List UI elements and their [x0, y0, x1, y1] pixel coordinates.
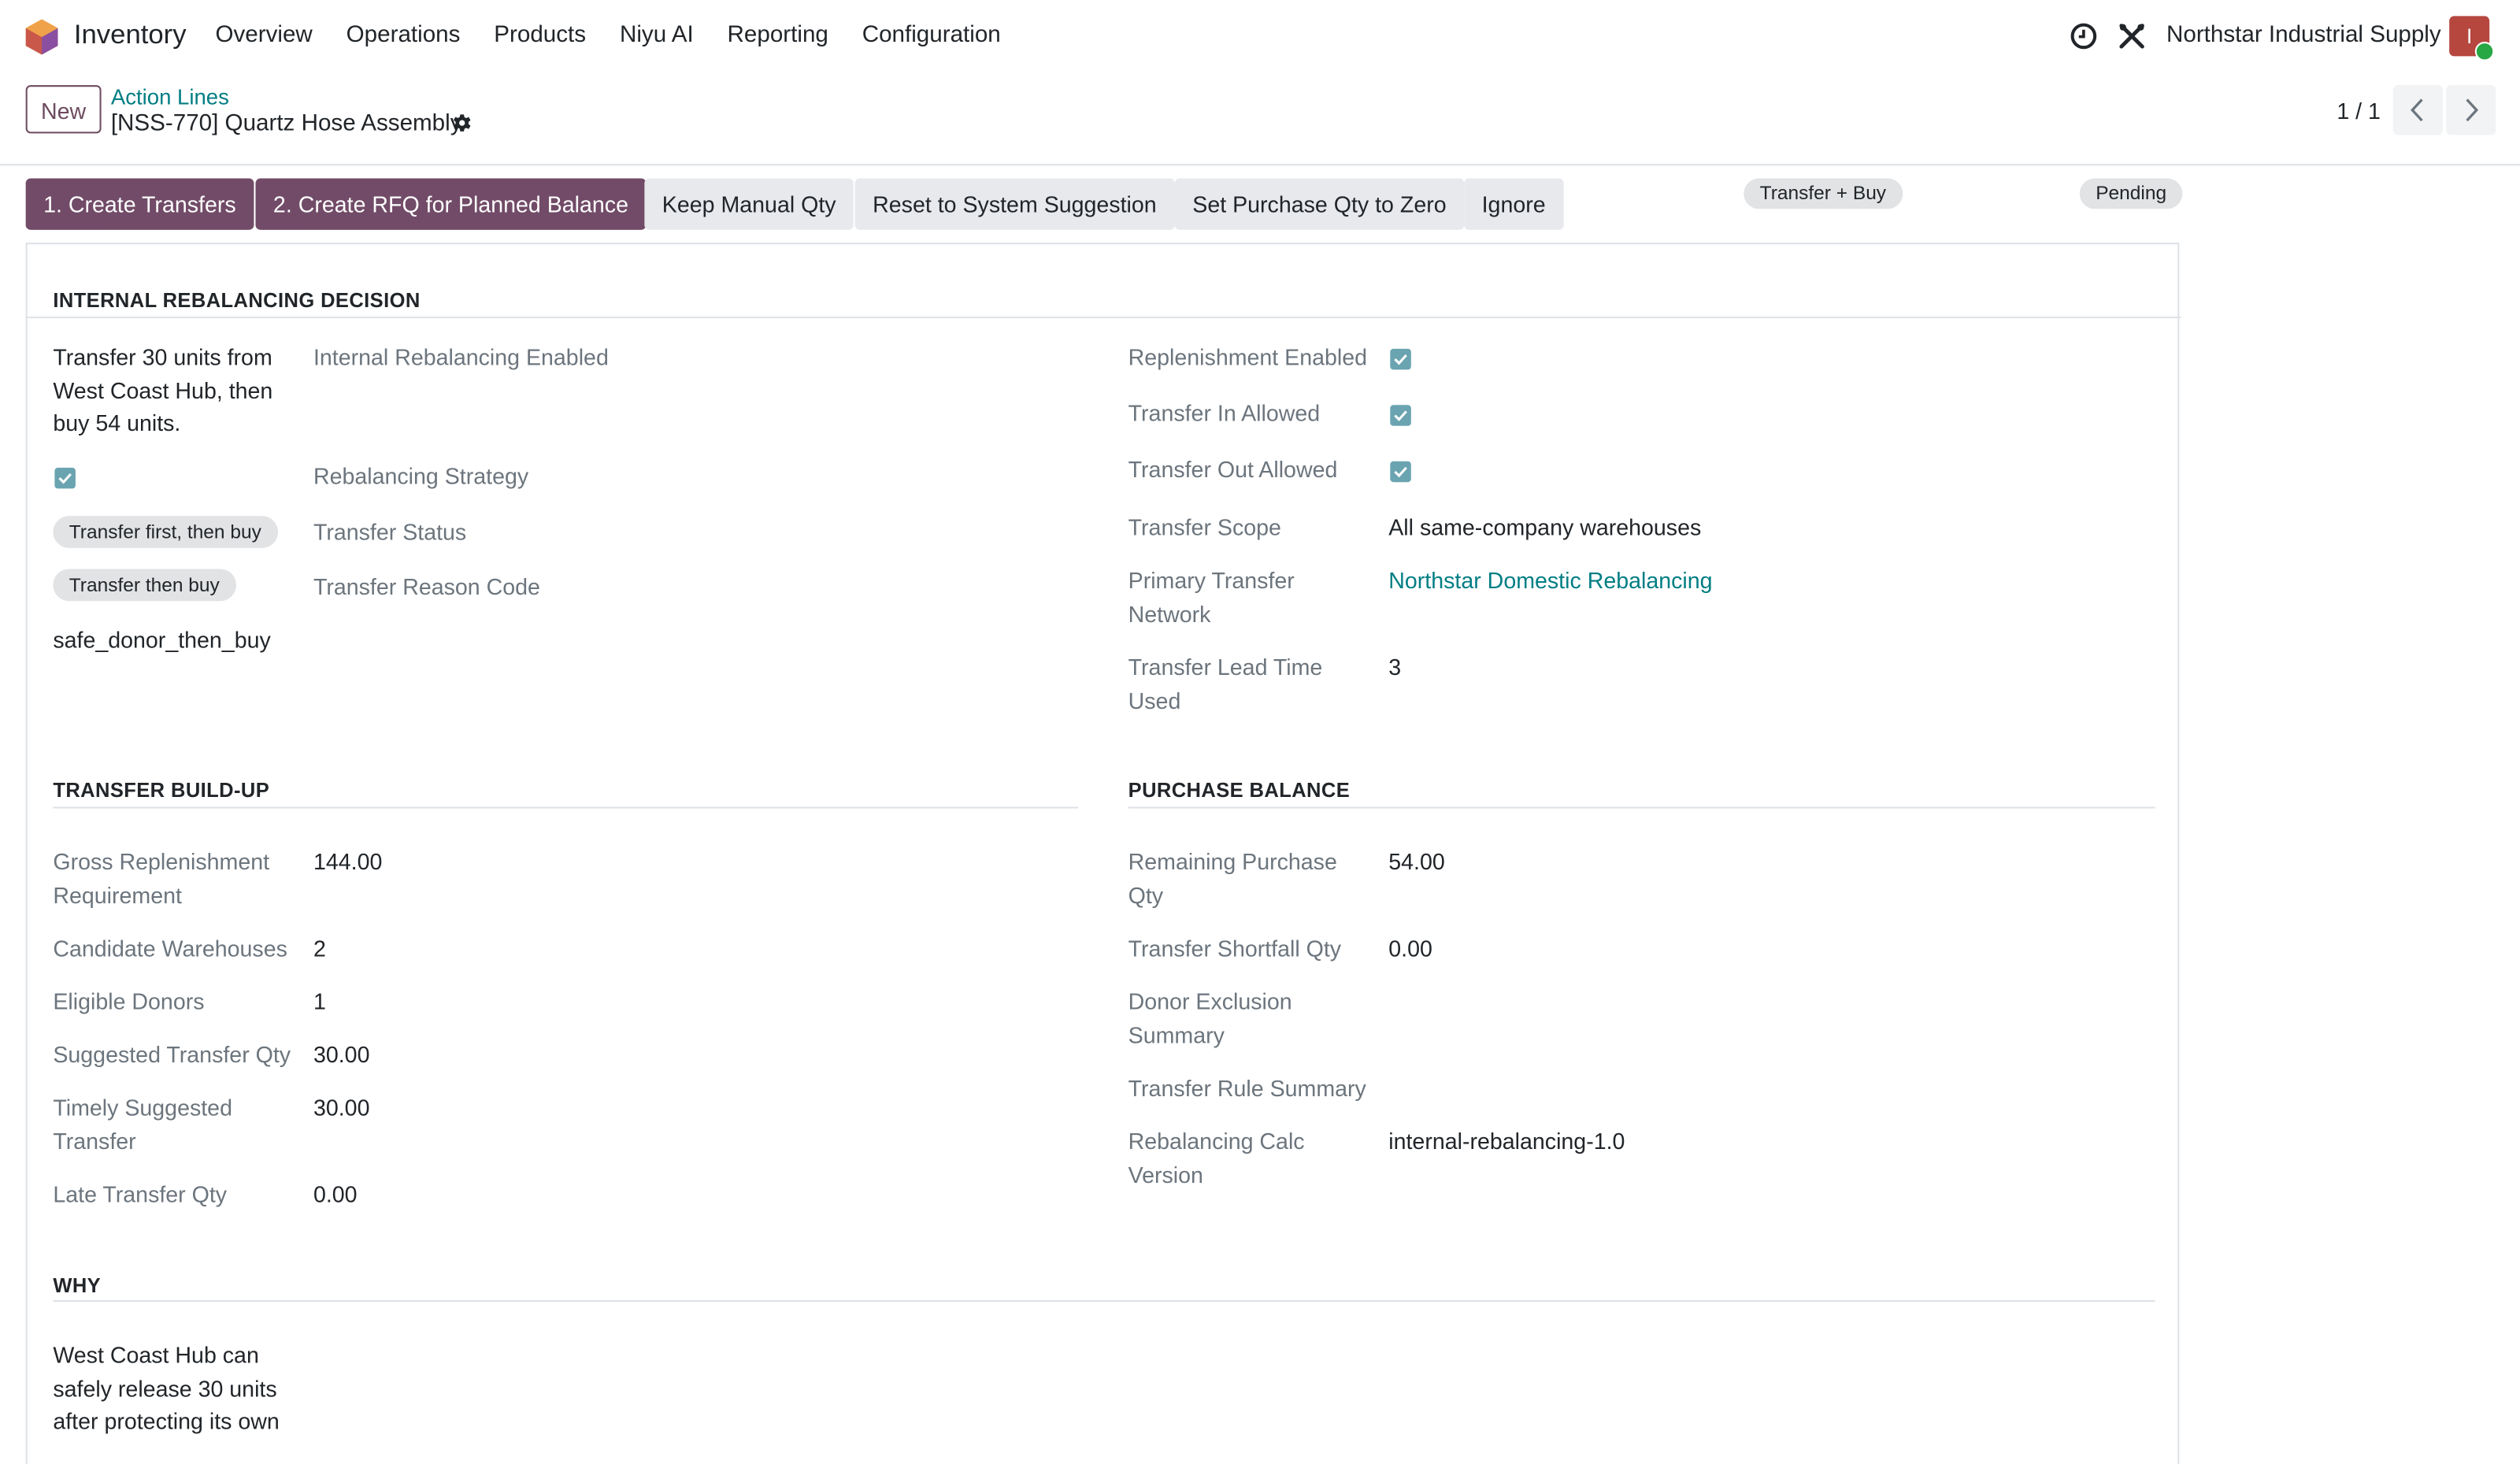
- label-transfer-scope: Transfer Scope: [1128, 514, 1281, 540]
- candidate-warehouses-value: 2: [313, 935, 326, 962]
- form-sheet: INTERNAL REBALANCING DECISION Transfer 3…: [25, 243, 2181, 1464]
- label-replenishment-enabled: Replenishment Enabled: [1128, 343, 1368, 370]
- chevron-left-icon: [2411, 98, 2423, 122]
- primary-transfer-network-link[interactable]: Northstar Domestic Rebalancing: [1388, 564, 1712, 597]
- label-donor-exclusion-summary: Donor Exclusion Summary: [1128, 988, 1292, 1047]
- label-suggested-transfer-qty: Suggested Transfer Qty: [53, 1041, 291, 1068]
- state-badge: Pending: [2079, 178, 2183, 209]
- menu-products[interactable]: Products: [494, 23, 586, 49]
- transfer-scope-value: All same-company warehouses: [1388, 514, 1702, 540]
- label-candidate-warehouses: Candidate Warehouses: [53, 935, 287, 962]
- label-rebalancing-strategy: Rebalancing Strategy: [313, 462, 529, 489]
- divider: [53, 806, 1079, 809]
- label-primary-transfer-network: Primary Transfer Network: [1128, 567, 1295, 626]
- transfer-out-allowed-checkbox[interactable]: [1390, 461, 1411, 483]
- label-transfer-status: Transfer Status: [313, 519, 467, 545]
- checkmark-icon: [1394, 410, 1407, 421]
- label-transfer-reason-code: Transfer Reason Code: [313, 573, 540, 600]
- company-switcher[interactable]: Northstar Industrial Supply: [2166, 23, 2441, 49]
- inventory-app-logo-icon[interactable]: [25, 19, 58, 55]
- online-status-dot: [2474, 42, 2495, 61]
- label-timely-suggested-transfer: Timely Suggested Transfer: [53, 1094, 232, 1154]
- checkmark-icon: [1394, 466, 1407, 478]
- suggested-transfer-qty-value: 30.00: [313, 1041, 370, 1068]
- menu-overview[interactable]: Overview: [215, 23, 312, 49]
- transfer-shortfall-qty-value: 0.00: [1388, 935, 1432, 962]
- gross-replenishment-value: 144.00: [313, 848, 383, 875]
- internal-rebalancing-checkbox[interactable]: [54, 467, 76, 489]
- app-name[interactable]: Inventory: [74, 19, 187, 51]
- menu-niyu-ai[interactable]: Niyu AI: [620, 23, 694, 49]
- menu-operations[interactable]: Operations: [346, 23, 461, 49]
- breadcrumb-current: [NSS-770] Quartz Hose Assembly: [110, 110, 462, 137]
- menu-reporting[interactable]: Reporting: [728, 23, 828, 49]
- section-title-purchase-balance: PURCHASE BALANCE: [1128, 779, 1351, 802]
- gear-icon[interactable]: [451, 113, 472, 134]
- rebalancing-calc-version-value: internal-rebalancing-1.0: [1388, 1128, 1625, 1155]
- section-title-internal-rebalancing: INTERNAL REBALANCING DECISION: [53, 289, 421, 312]
- transfer-in-allowed-checkbox[interactable]: [1390, 405, 1411, 426]
- mode-badge: Transfer + Buy: [1744, 178, 1903, 209]
- section-title-transfer-buildup: TRANSFER BUILD-UP: [53, 779, 270, 802]
- late-transfer-qty-value: 0.00: [313, 1180, 358, 1207]
- main-menu: Overview Operations Products Niyu AI Rep…: [215, 23, 1034, 49]
- divider: [1128, 806, 2155, 809]
- section-title-why: WHY: [53, 1274, 102, 1297]
- timely-suggested-transfer-value: 30.00: [313, 1094, 370, 1121]
- remaining-purchase-qty-value: 54.00: [1388, 848, 1445, 875]
- create-transfers-button[interactable]: 1. Create Transfers: [25, 178, 254, 230]
- label-transfer-lead-time: Transfer Lead Time Used: [1128, 654, 1323, 713]
- rebalancing-strategy-tag: Transfer first, then buy: [53, 516, 278, 548]
- transfer-lead-time-value: 3: [1388, 654, 1402, 680]
- label-transfer-shortfall-qty: Transfer Shortfall Qty: [1128, 935, 1342, 962]
- create-rfq-button[interactable]: 2. Create RFQ for Planned Balance: [255, 178, 647, 230]
- transfer-status-tag: Transfer then buy: [53, 569, 236, 602]
- divider: [27, 317, 2181, 319]
- ignore-button[interactable]: Ignore: [1464, 178, 1564, 230]
- keep-manual-qty-button[interactable]: Keep Manual Qty: [644, 178, 854, 230]
- label-internal-rebalancing-enabled: Internal Rebalancing Enabled: [313, 343, 609, 370]
- top-navbar: Inventory Overview Operations Products N…: [0, 0, 2520, 74]
- form-statusbar: 1. Create Transfers 2. Create RFQ for Pl…: [0, 165, 2520, 243]
- checkmark-icon: [58, 473, 72, 484]
- control-panel: New Action Lines [NSS-770] Quartz Hose A…: [0, 74, 2520, 166]
- transfer-reason-code-value: safe_donor_then_buy: [53, 626, 271, 653]
- replenishment-enabled-checkbox[interactable]: [1390, 348, 1411, 370]
- clock-icon[interactable]: [2070, 23, 2098, 50]
- pager-next-button[interactable]: [2446, 85, 2496, 135]
- label-transfer-out-allowed: Transfer Out Allowed: [1128, 456, 1338, 483]
- label-gross-replenishment: Gross Replenishment Requirement: [53, 848, 270, 908]
- divider: [53, 1300, 2155, 1303]
- breadcrumb-parent[interactable]: Action Lines: [111, 85, 229, 109]
- label-rebalancing-calc-version: Rebalancing Calc Version: [1128, 1128, 1305, 1188]
- pager-previous-button[interactable]: [2392, 85, 2444, 135]
- label-transfer-in-allowed: Transfer In Allowed: [1128, 400, 1321, 426]
- menu-configuration[interactable]: Configuration: [862, 23, 1001, 49]
- tools-icon[interactable]: [2118, 23, 2146, 50]
- rebalancing-summary: Transfer 30 units from West Coast Hub, t…: [53, 343, 273, 436]
- chevron-right-icon: [2466, 98, 2479, 122]
- checkmark-icon: [1394, 354, 1407, 365]
- label-transfer-rule-summary: Transfer Rule Summary: [1128, 1075, 1366, 1101]
- reset-to-system-suggestion-button[interactable]: Reset to System Suggestion: [854, 178, 1175, 230]
- label-remaining-purchase-qty: Remaining Purchase Qty: [1128, 848, 1337, 908]
- pager-value: 1 / 1: [2337, 98, 2381, 124]
- label-eligible-donors: Eligible Donors: [53, 988, 205, 1014]
- label-late-transfer-qty: Late Transfer Qty: [53, 1180, 228, 1207]
- eligible-donors-value: 1: [313, 988, 326, 1014]
- why-explanation: West Coast Hub can safely release 30 uni…: [53, 1342, 280, 1434]
- set-purchase-qty-zero-button[interactable]: Set Purchase Qty to Zero: [1174, 178, 1465, 230]
- new-button[interactable]: New: [25, 85, 102, 134]
